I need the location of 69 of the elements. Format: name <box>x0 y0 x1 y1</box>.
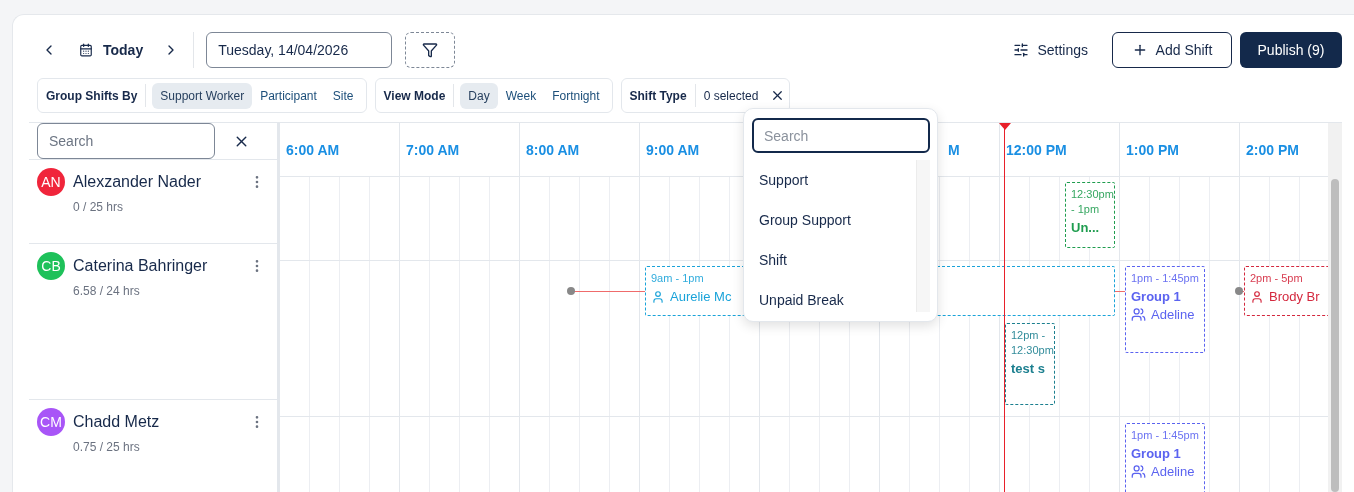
people-icon <box>1131 307 1146 322</box>
publish-button[interactable]: Publish (9) <box>1240 32 1342 68</box>
shift-card[interactable]: 2pm - 5pm Brody Br <box>1244 266 1328 316</box>
shift-time: 1pm - 1:45pm <box>1131 428 1199 443</box>
hour-label: 9:00 AM <box>646 141 700 158</box>
filter-label: View Mode <box>383 88 446 103</box>
filter-value: 0 selected <box>703 88 759 103</box>
menu-item[interactable]: Support <box>752 160 916 200</box>
filter-option[interactable]: Participant <box>252 82 325 109</box>
search-field[interactable]: Search <box>37 123 215 159</box>
shift-title: Group 1 <box>1131 446 1181 461</box>
hour-label: 7:00 AM <box>406 141 460 158</box>
worker-hours: 0 / 25 hrs <box>73 200 125 214</box>
shift-time: 1pm - 1:45pm <box>1131 271 1199 286</box>
shift-title: test s <box>1011 361 1045 376</box>
hour-label: 8:00 AM <box>526 141 580 158</box>
filter-button[interactable] <box>405 32 456 68</box>
menu-item[interactable]: Shift <box>752 240 916 280</box>
search-field[interactable]: Search <box>752 118 930 153</box>
add-shift-button[interactable]: Add Shift <box>1112 32 1232 68</box>
hour-label: 2:00 PM <box>1246 141 1299 158</box>
person-icon <box>651 289 665 304</box>
hour-label: 1:00 PM <box>1126 141 1179 158</box>
shift-time: 9am - 1pm <box>651 271 704 286</box>
worker-name: Chadd Metz <box>73 413 161 431</box>
filter-label: Shift Type <box>629 88 687 103</box>
shift-title: Un... <box>1071 220 1100 235</box>
shift-card[interactable]: 1pm - 1:45pm Group 1 Adeline <box>1125 266 1205 353</box>
menu-item[interactable]: Unpaid Break <box>752 280 916 320</box>
person-icon <box>1250 289 1264 304</box>
menu-item[interactable]: Group Support <box>752 200 916 240</box>
filter-option[interactable]: Support Worker <box>152 82 253 109</box>
scrollbar-thumb[interactable] <box>1331 179 1339 492</box>
settings-button[interactable]: Settings <box>1013 42 1088 58</box>
worker-hours: 6.58 / 24 hrs <box>73 284 141 298</box>
shift-person: Aurelie Mc <box>651 289 732 304</box>
calendar-icon <box>79 43 93 57</box>
people-icon <box>1131 464 1146 479</box>
filter-label: Group Shifts By <box>46 88 138 103</box>
filter-icon <box>422 42 439 58</box>
filter-option[interactable]: Week <box>497 82 545 109</box>
shift-card[interactable]: 12:30pm - 1pm Un... <box>1065 182 1115 248</box>
shift-person: Adeline <box>1131 307 1195 322</box>
date-field[interactable]: Tuesday, 14/04/2026 <box>206 32 393 68</box>
worker-name: Alexzander Nader <box>73 173 203 191</box>
today-button[interactable]: Today <box>79 42 144 58</box>
connector-dot <box>1235 287 1243 295</box>
shift-person: Adeline <box>1131 464 1195 479</box>
filter-option[interactable]: Fortnight <box>544 82 608 109</box>
shift-person: Brody Br <box>1250 289 1320 304</box>
shift-time: 12pm - 12:30pm <box>1011 328 1054 358</box>
shift-card[interactable]: 1pm - 1:45pm Group 1 Adeline <box>1125 423 1205 492</box>
shift-title: Group 1 <box>1131 289 1181 304</box>
hour-label: 6:00 AM <box>286 141 340 158</box>
current-time-marker <box>999 123 1011 130</box>
avatar: AN <box>37 168 65 196</box>
avatar: CM <box>37 408 65 436</box>
avatar: CB <box>37 252 65 280</box>
worker-name: Caterina Bahringer <box>73 257 209 275</box>
connector-dot <box>567 287 575 295</box>
filter-option[interactable]: Site <box>324 82 362 109</box>
settings-icon <box>1013 42 1030 58</box>
shift-time: 12:30pm - 1pm <box>1071 187 1114 217</box>
filter-option[interactable]: Day <box>460 82 498 109</box>
shift-time: 2pm - 5pm <box>1250 271 1303 286</box>
shift-card[interactable]: 12pm - 12:30pm test s <box>1005 323 1055 405</box>
hour-label: 12:00 PM <box>1006 141 1067 158</box>
worker-hours: 0.75 / 25 hrs <box>73 440 141 454</box>
hour-label: M <box>948 141 960 158</box>
